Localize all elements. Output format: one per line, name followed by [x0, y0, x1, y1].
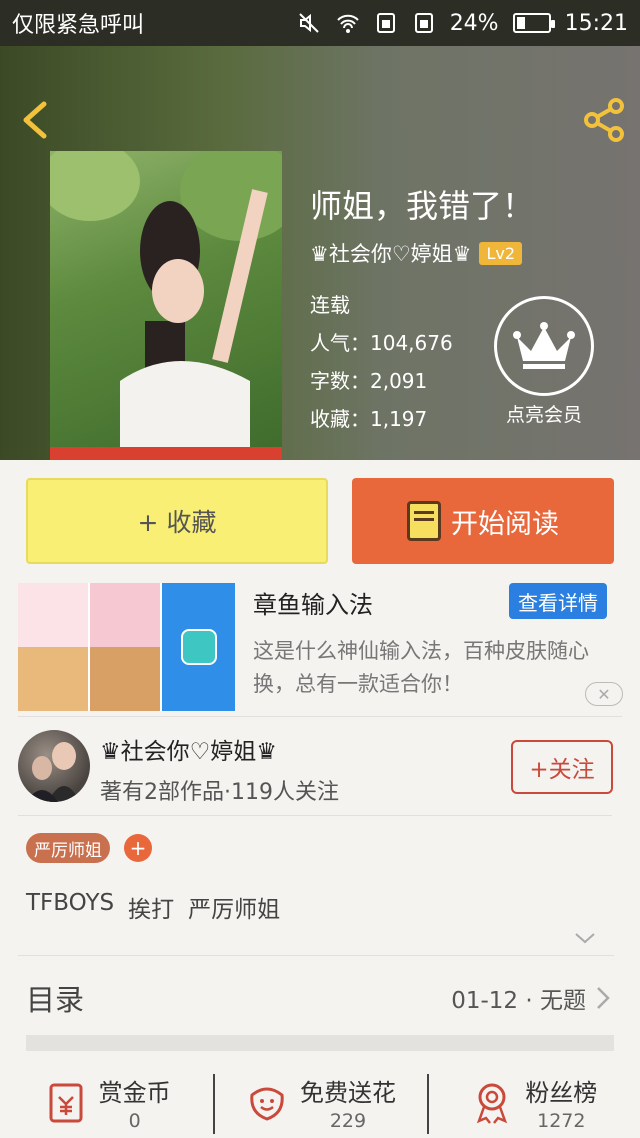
back-arrow-icon[interactable]: [16, 98, 56, 142]
word-count-stat: 字数：2,091: [310, 369, 428, 393]
add-favorite-button[interactable]: + 收藏: [26, 478, 328, 564]
book-cover-image[interactable]: [50, 151, 282, 460]
wifi-icon: [336, 14, 359, 33]
sim2-icon: [414, 13, 433, 33]
fan-ranking-count: 1272: [537, 1109, 586, 1132]
add-tag-button[interactable]: +: [124, 834, 152, 862]
ad-close-icon[interactable]: ✕: [585, 682, 623, 706]
status-icons: 24% 15:21: [298, 11, 628, 36]
author-meta: 著有2部作品·119人关注: [100, 780, 339, 805]
serial-status: 连载: [310, 293, 350, 317]
clock: 15:21: [564, 10, 628, 36]
crown-icon: [494, 296, 594, 396]
ad-details-button[interactable]: 查看详情: [509, 583, 607, 619]
divider: [18, 955, 614, 956]
tag-primary[interactable]: 严厉师姐: [26, 833, 110, 863]
ad-banner[interactable]: 章鱼输入法 查看详情 这是什么神仙输入法，百种皮肤随心换，总有一款适合你！ ✕: [18, 583, 624, 713]
fan-ranking-button[interactable]: 粉丝榜 1272: [426, 1066, 640, 1138]
bottom-stats-bar: 赏金币 0 免费送花 229 粉丝榜 1272: [0, 1066, 640, 1138]
book-author-line: ♛社会你♡婷姐♛ Lv2: [310, 238, 523, 268]
author-name[interactable]: ♛社会你♡婷姐♛: [100, 732, 277, 766]
directory-label: 目录: [26, 983, 85, 1017]
flower-icon: [250, 1087, 284, 1121]
vip-button[interactable]: 点亮会员: [494, 296, 594, 427]
fan-ranking-label: 粉丝榜: [525, 1078, 598, 1107]
keyword[interactable]: 严厉师姐: [188, 890, 280, 924]
send-flowers-button[interactable]: 免费送花 229: [213, 1066, 426, 1138]
author-avatar[interactable]: [18, 730, 90, 802]
favorites-stat: 收藏：1,197: [310, 407, 428, 431]
reward-coins-count: 0: [128, 1109, 141, 1132]
divider: [18, 815, 612, 816]
share-icon[interactable]: [580, 96, 628, 144]
ad-image[interactable]: [18, 583, 235, 711]
send-flowers-label: 免费送花: [299, 1078, 396, 1107]
medal-icon: [477, 1083, 508, 1124]
reward-coins-button[interactable]: 赏金币 0: [0, 1066, 213, 1138]
book-header: 师姐，我错了！ ♛社会你♡婷姐♛ Lv2 连载 人气：104,676 字数：2,…: [0, 46, 640, 460]
octopus-app-icon: [180, 629, 217, 665]
chevron-down-icon[interactable]: [573, 926, 597, 950]
start-reading-label: 开始阅读: [451, 508, 559, 540]
popularity-stat: 人气：104,676: [310, 331, 453, 355]
status-bar: 仅限紧急呼叫 24% 15:21: [0, 0, 640, 46]
keyword[interactable]: 挨打: [128, 890, 174, 924]
keyword[interactable]: TFBOYS: [26, 890, 114, 924]
divider: [18, 716, 622, 717]
reward-coins-label: 赏金币: [98, 1078, 171, 1107]
book-icon: [407, 501, 441, 541]
battery-percent: 24%: [449, 10, 499, 36]
ad-description: 这是什么神仙输入法，百种皮肤随心换，总有一款适合你！: [253, 639, 589, 696]
coin-icon: [49, 1083, 83, 1123]
vip-label: 点亮会员: [505, 404, 582, 426]
send-flowers-count: 229: [329, 1109, 367, 1132]
book-stats: 连载 人气：104,676 字数：2,091 收藏：1,197: [310, 286, 453, 438]
directory-row[interactable]: 目录 01-12 · 无题: [26, 970, 614, 1026]
latest-chapter: 01-12 · 无题: [451, 988, 586, 1014]
ad-title: 章鱼输入法: [253, 591, 373, 619]
start-reading-button[interactable]: 开始阅读: [352, 478, 614, 564]
keyword-list: TFBOYS 挨打 严厉师姐: [26, 890, 280, 924]
sim-icon: [376, 13, 395, 33]
section-separator: [26, 1035, 614, 1051]
follow-button[interactable]: +关注: [511, 740, 613, 794]
book-title: 师姐，我错了！: [310, 187, 535, 225]
book-author[interactable]: ♛社会你♡婷姐♛: [310, 238, 471, 268]
level-badge: Lv2: [479, 241, 523, 265]
battery-icon: [512, 13, 555, 33]
chevron-right-icon: [597, 987, 610, 1009]
mute-icon: [298, 13, 319, 33]
carrier-text: 仅限紧急呼叫: [12, 13, 145, 38]
